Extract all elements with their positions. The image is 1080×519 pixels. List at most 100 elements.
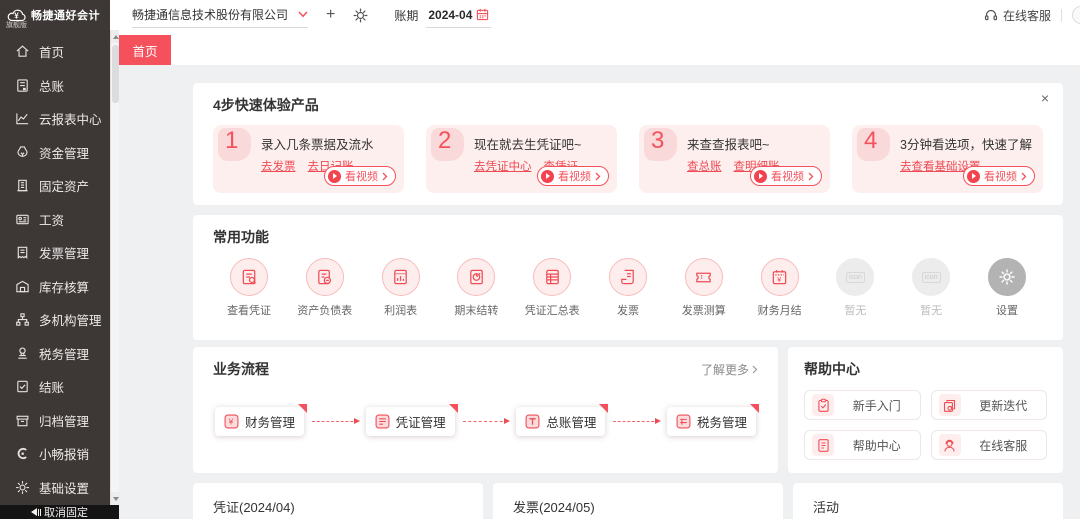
learn-more-link[interactable]: 了解更多	[701, 361, 758, 378]
link-general-ledger[interactable]: 查总账	[687, 158, 722, 174]
gear-icon[interactable]	[353, 8, 368, 23]
help-center-panel: 帮助中心 新手入门 更新迭代 帮助中心 在线客服	[788, 347, 1063, 473]
play-icon	[328, 169, 341, 183]
chevron-right-icon	[752, 365, 758, 374]
common-functions-panel: 常用功能 查看凭证 资产负债表 利润表 期末结转 凭证汇总表 发票 发票测算 ¥…	[193, 215, 1063, 340]
function-empty-slot-1: icon 暂无	[819, 258, 891, 318]
voucher-panel-title: 凭证(2024/04)	[213, 500, 295, 515]
flow-node-finance[interactable]: ¥ 财务管理	[215, 404, 308, 436]
function-month-close[interactable]: ¥ 财务月结	[744, 258, 816, 318]
step-number: 3	[651, 127, 665, 154]
function-invoice[interactable]: 发票	[592, 258, 664, 318]
scrollbar-thumb[interactable]	[112, 45, 119, 103]
sidebar-item-label: 资金管理	[39, 146, 90, 161]
placeholder-icon: icon	[836, 258, 875, 296]
common-functions-row: 查看凭证 资产负债表 利润表 期末结转 凭证汇总表 发票 发票测算 ¥ 财务月结…	[213, 258, 1043, 318]
help-online-service-button[interactable]: 在线客服	[930, 430, 1047, 460]
help-center-button[interactable]: 帮助中心	[804, 430, 921, 460]
layers-refresh-icon	[938, 394, 961, 416]
function-label: 财务月结	[757, 305, 802, 317]
step-title: 录入几条票据及流水	[261, 138, 374, 152]
function-label: 凭证汇总表	[524, 305, 580, 317]
function-voucher-summary[interactable]: 凭证汇总表	[516, 258, 588, 318]
flow-node-ledger[interactable]: 总账管理	[516, 404, 609, 436]
sidebar-item-home[interactable]: 首页	[0, 35, 110, 69]
sidebar-item-closing[interactable]: 结账	[0, 370, 110, 404]
headset-icon	[984, 8, 998, 22]
sidebar-item-archive[interactable]: 归档管理	[0, 404, 110, 438]
topbar-extra-icon[interactable]	[1072, 6, 1080, 24]
online-service-button[interactable]: 在线客服	[984, 7, 1051, 24]
sidebar-scrollbar[interactable]	[110, 30, 120, 505]
flow-node-voucher[interactable]: 凭证管理	[365, 404, 458, 436]
function-profit-statement[interactable]: 利润表	[365, 258, 437, 318]
corner-fold-icon	[749, 404, 759, 413]
add-account-button[interactable]: +	[326, 7, 335, 23]
sidebar-item-multi-org[interactable]: 多机构管理	[0, 303, 110, 337]
close-icon[interactable]: ×	[1041, 91, 1049, 105]
function-balance-sheet[interactable]: 资产负债表	[289, 258, 361, 318]
flow-node-label: 总账管理	[546, 416, 597, 430]
sidebar-item-settings[interactable]: 基础设置	[0, 471, 110, 505]
sidebar-item-invoice-management[interactable]: 发票管理	[0, 236, 110, 270]
accounting-period: 账期 2024-04	[394, 2, 492, 28]
help-item-label: 更新迭代	[979, 398, 1028, 413]
sidebar-item-inventory[interactable]: 库存核算	[0, 270, 110, 304]
month-close-icon: ¥	[760, 258, 799, 296]
watch-video-button[interactable]: 看视频	[324, 166, 396, 186]
period-picker[interactable]: 2024-04	[426, 2, 492, 28]
chevron-down-icon	[298, 11, 308, 18]
function-label: 资产负债表	[297, 305, 353, 317]
sidebar-item-label: 固定资产	[39, 180, 90, 195]
watch-video-button[interactable]: 看视频	[537, 166, 609, 186]
link-voucher-center[interactable]: 去凭证中心	[474, 158, 532, 174]
sidebar-item-label: 发票管理	[39, 247, 90, 262]
sidebar-item-general-ledger[interactable]: 总账	[0, 69, 110, 103]
function-period-carryover[interactable]: 期末结转	[440, 258, 512, 318]
flow-node-tax[interactable]: 税务管理	[666, 404, 759, 436]
help-getting-started-button[interactable]: 新手入门	[804, 390, 921, 420]
bottom-row: 凭证(2024/04) 发票(2024/05) 活动	[193, 483, 1063, 519]
sidebar-item-fixed-assets[interactable]: 固定资产	[0, 169, 110, 203]
sidebar-item-reimbursement[interactable]: 小畅报销	[0, 437, 110, 471]
quickstart-step-3: 3 来查查报表吧~ 查总账 查明细账 看视频	[639, 125, 830, 193]
function-label: 发票测算	[681, 305, 726, 317]
watch-video-button[interactable]: 看视频	[750, 166, 822, 186]
sidebar-item-label: 库存核算	[39, 280, 90, 295]
flow-row: ¥ 财务管理 凭证管理 总账管理 税务管理	[213, 404, 759, 436]
help-updates-button[interactable]: 更新迭代	[930, 390, 1047, 420]
period-value: 2024-04	[428, 7, 473, 22]
sidebar-item-label: 首页	[39, 46, 65, 61]
chevron-right-icon	[808, 172, 814, 181]
sidebar-item-salary[interactable]: 工资	[0, 203, 110, 237]
help-item-label: 在线客服	[979, 438, 1028, 453]
dashed-arrow-icon	[462, 418, 510, 424]
dashed-arrow-icon	[312, 418, 360, 424]
help-grid: 新手入门 更新迭代 帮助中心 在线客服	[804, 390, 1047, 460]
watch-video-label: 看视频	[771, 171, 804, 183]
watch-video-button[interactable]: 看视频	[963, 166, 1035, 186]
function-settings[interactable]: 设置	[971, 258, 1043, 318]
company-selector[interactable]: 畅捷通信息技术股份有限公司	[132, 2, 308, 28]
activity-panel: 活动	[793, 483, 1063, 519]
quickstart-step-1: 1 录入几条票据及流水 去发票 去日记账 看视频	[213, 125, 404, 193]
link-go-invoice[interactable]: 去发票	[261, 158, 296, 174]
sidebar-item-label: 工资	[39, 213, 65, 228]
function-invoice-calc[interactable]: 发票测算	[668, 258, 740, 318]
step-number: 2	[438, 127, 452, 154]
step-number: 1	[225, 127, 239, 154]
topbar: ¥ 畅捷通好会计 旗舰版 畅捷通信息技术股份有限公司 + 账期 2024-04	[0, 0, 1080, 30]
app-window: ¥ 畅捷通好会计 旗舰版 畅捷通信息技术股份有限公司 + 账期 2024-04	[0, 0, 1080, 519]
unpin-sidebar-button[interactable]: 取消固定	[0, 505, 119, 519]
tab-home[interactable]: 首页	[119, 35, 171, 65]
main-content: 4步快速体验产品 × 1 录入几条票据及流水 去发票 去日记账 看视频	[119, 65, 1080, 519]
sidebar-item-cloud-reports[interactable]: 云报表中心	[0, 102, 110, 136]
clipboard-check-icon	[812, 394, 834, 416]
voucher-summary-icon	[533, 258, 572, 296]
function-view-voucher[interactable]: 查看凭证	[213, 258, 285, 318]
sidebar-item-tax[interactable]: 税务管理	[0, 337, 110, 371]
corner-fold-icon	[599, 404, 609, 413]
calendar-icon[interactable]	[476, 8, 489, 21]
play-icon	[967, 169, 980, 183]
sidebar-item-funds[interactable]: 资金管理	[0, 136, 110, 170]
